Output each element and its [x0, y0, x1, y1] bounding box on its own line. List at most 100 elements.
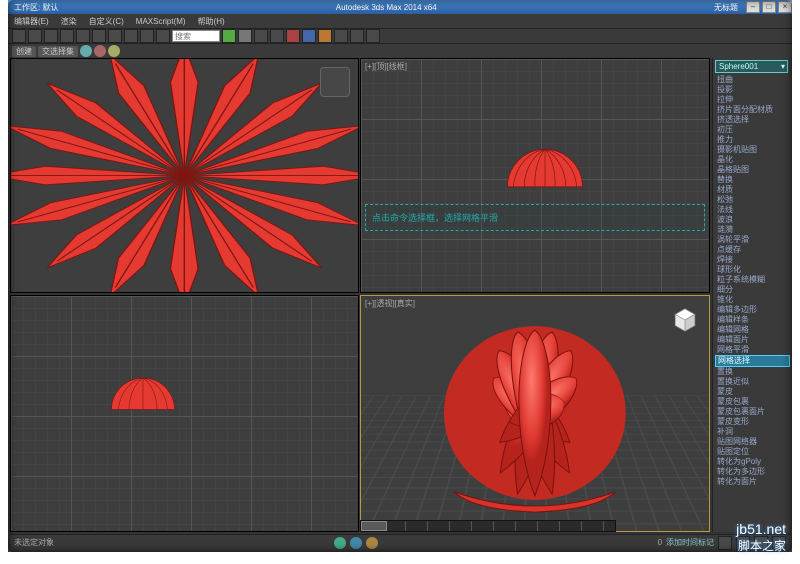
modifier-item[interactable]: 涟漪: [715, 225, 790, 235]
play-button[interactable]: [718, 536, 732, 550]
modifier-list-dropdown[interactable]: Sphere001: [715, 60, 788, 73]
render-button[interactable]: [318, 29, 332, 43]
modifier-item[interactable]: 材质: [715, 185, 790, 195]
undo-button[interactable]: [12, 29, 26, 43]
modifier-item[interactable]: 补洞: [715, 427, 790, 437]
modifier-item[interactable]: 点缓存: [715, 245, 790, 255]
status-icon[interactable]: [350, 537, 362, 549]
modifier-item[interactable]: 挤透选择: [715, 115, 790, 125]
status-bar: 未选定对象 0 添加时间标记: [10, 534, 790, 550]
menu-bar: 编辑器(E) 渲染 自定义(C) MAXScript(M) 帮助(H): [8, 14, 792, 28]
modifier-item[interactable]: 编辑网格: [715, 325, 790, 335]
modifier-item[interactable]: 焊接: [715, 255, 790, 265]
menu-item[interactable]: MAXScript(M): [130, 17, 192, 26]
modifier-item[interactable]: 挤片面分配材质: [715, 105, 790, 115]
select-name-button[interactable]: [92, 29, 106, 43]
scale-button[interactable]: [156, 29, 170, 43]
modifier-item[interactable]: 转化为面片: [715, 477, 790, 487]
render-setup-button[interactable]: [302, 29, 316, 43]
modifier-item[interactable]: 初压: [715, 125, 790, 135]
modifier-item[interactable]: 转化为多边形: [715, 467, 790, 477]
timeline[interactable]: [360, 520, 616, 532]
modifier-item[interactable]: 转化为gPoly: [715, 457, 790, 467]
viewport-top-left[interactable]: [10, 58, 359, 293]
menu-item[interactable]: 渲染: [55, 16, 83, 27]
maximize-button[interactable]: □: [762, 1, 776, 13]
modifier-item[interactable]: 置换: [715, 367, 790, 377]
mirror-button[interactable]: [254, 29, 268, 43]
viewport-label[interactable]: [+][顶][线框]: [365, 61, 407, 72]
modifier-item[interactable]: 推力: [715, 135, 790, 145]
modifier-item[interactable]: 蒙皮变形: [715, 417, 790, 427]
modifier-item[interactable]: 贴图定位: [715, 447, 790, 457]
modifier-item[interactable]: 扭曲: [715, 75, 790, 85]
unlink-button[interactable]: [60, 29, 74, 43]
modifier-item[interactable]: 置换近似: [715, 377, 790, 387]
ribbon-tab[interactable]: 创建: [12, 46, 36, 57]
viewport-perspective[interactable]: [+][透视][真实]: [360, 295, 710, 532]
snap-button[interactable]: [222, 29, 236, 43]
viewport-gizmo[interactable]: [320, 67, 350, 97]
ribbon-icon[interactable]: [94, 45, 106, 57]
modifier-item[interactable]: 晶格贴图: [715, 165, 790, 175]
modifier-item[interactable]: 波浪: [715, 215, 790, 225]
dome-geometry: [108, 371, 178, 413]
status-icon[interactable]: [334, 537, 346, 549]
viewport-bottom-left[interactable]: [10, 295, 359, 532]
toolbar-button[interactable]: [366, 29, 380, 43]
modifier-item[interactable]: 松弛: [715, 195, 790, 205]
close-button[interactable]: ×: [778, 1, 792, 13]
viewport-top-right[interactable]: [+][顶][线框] 点击命令选择框，选择网格平滑: [360, 58, 710, 293]
menu-item[interactable]: 帮助(H): [192, 16, 231, 27]
modifier-item[interactable]: 晶化: [715, 155, 790, 165]
workspace-dropdown[interactable]: 工作区: 默认: [8, 2, 64, 13]
modifier-item[interactable]: 编辑多边形: [715, 305, 790, 315]
angle-snap-button[interactable]: [238, 29, 252, 43]
rotate-button[interactable]: [140, 29, 154, 43]
modifier-item[interactable]: 拉伸: [715, 95, 790, 105]
modifier-item[interactable]: 法线: [715, 205, 790, 215]
menu-item[interactable]: 自定义(C): [83, 16, 130, 27]
material-editor-button[interactable]: [286, 29, 300, 43]
select-region-button[interactable]: [108, 29, 122, 43]
modifier-item[interactable]: 蒙皮包裹: [715, 397, 790, 407]
modifier-item[interactable]: 蒙皮: [715, 387, 790, 397]
toolbar-button[interactable]: [350, 29, 364, 43]
modifier-item[interactable]: 替换: [715, 175, 790, 185]
time-tag-hint[interactable]: 添加时间标记: [666, 537, 714, 548]
modifier-item[interactable]: 锥化: [715, 295, 790, 305]
modifier-list[interactable]: 扭曲投影拉伸挤片面分配材质挤透选择初压推力摄影机贴图晶化晶格贴图替换材质松弛法线…: [713, 75, 790, 487]
ribbon-icon[interactable]: [108, 45, 120, 57]
modifier-item[interactable]: 编辑面片: [715, 335, 790, 345]
modifier-item[interactable]: 摄影机贴图: [715, 145, 790, 155]
watermark-url: jb51.net: [736, 521, 786, 537]
menu-item[interactable]: 编辑器(E): [8, 16, 55, 27]
modifier-item[interactable]: 网格平滑: [715, 345, 790, 355]
modifier-item[interactable]: 投影: [715, 85, 790, 95]
modifier-item[interactable]: 细分: [715, 285, 790, 295]
modifier-item[interactable]: 球形化: [715, 265, 790, 275]
viewcube[interactable]: [671, 306, 699, 334]
modifier-item[interactable]: 贴图网络器: [715, 437, 790, 447]
modifier-item[interactable]: 涡轮平滑: [715, 235, 790, 245]
link-button[interactable]: [44, 29, 58, 43]
align-button[interactable]: [270, 29, 284, 43]
unwrapped-geometry: [11, 59, 358, 292]
dome-geometry: [500, 141, 590, 191]
modifier-item[interactable]: 粒子系统模糊: [715, 275, 790, 285]
ribbon-icon[interactable]: [80, 45, 92, 57]
ribbon-tab[interactable]: 交选择集: [38, 46, 78, 57]
redo-button[interactable]: [28, 29, 42, 43]
watermark-site: 脚本之家: [736, 537, 786, 554]
toolbar-button[interactable]: [334, 29, 348, 43]
modifier-item[interactable]: 蒙皮包裹面片: [715, 407, 790, 417]
select-button[interactable]: [76, 29, 90, 43]
modifier-item[interactable]: 编辑样条: [715, 315, 790, 325]
status-icon[interactable]: [366, 537, 378, 549]
search-input[interactable]: [172, 30, 220, 42]
move-button[interactable]: [124, 29, 138, 43]
viewport-label[interactable]: [+][透视][真实]: [365, 298, 415, 309]
minimize-button[interactable]: –: [746, 1, 760, 13]
timeline-slider[interactable]: [361, 521, 387, 531]
modifier-item[interactable]: 网格选择: [715, 355, 790, 367]
